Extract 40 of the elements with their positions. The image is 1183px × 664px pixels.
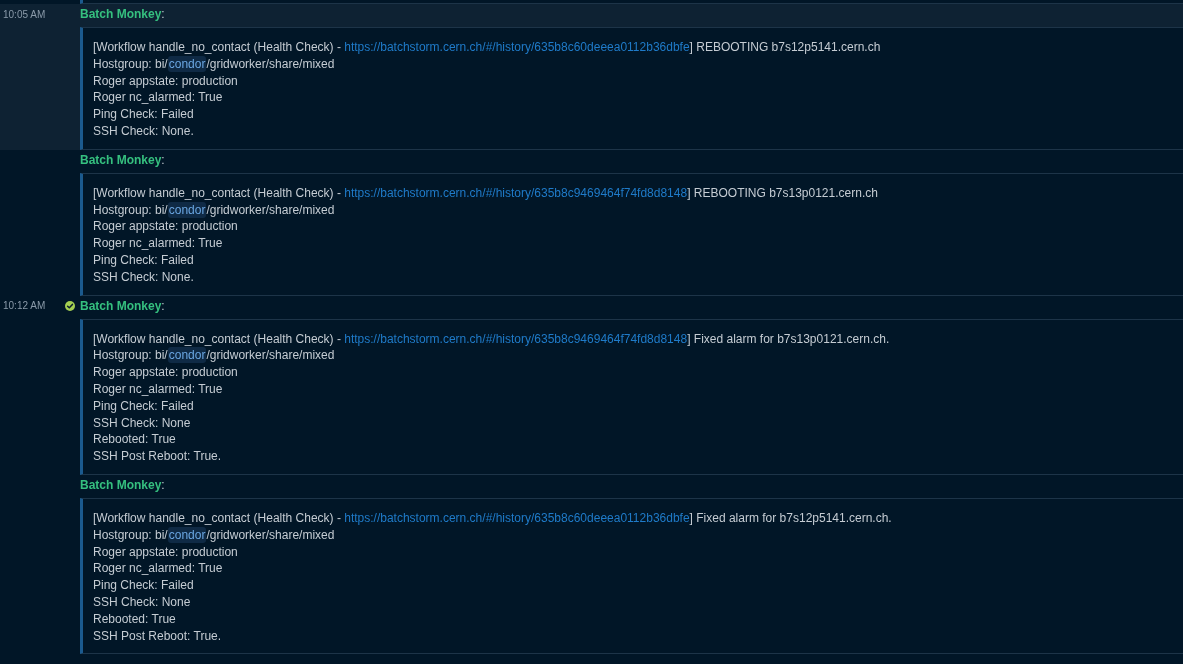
highlighted-keyword: condor	[167, 526, 207, 543]
attachment-line: Roger nc_alarmed: True	[93, 380, 223, 398]
attachment-line: Roger nc_alarmed: True	[93, 235, 223, 252]
attachment-line: Ping Check: Failed	[93, 397, 194, 415]
attachment-line: SSH Check: None.	[93, 268, 194, 286]
hostgroup-line: Hostgroup: bi/condor/gridworker/share/mixed	[93, 55, 335, 73]
highlighted-keyword: condor	[167, 201, 207, 218]
attachment-line: Ping Check: Failed	[93, 251, 194, 269]
attachment-line: Roger appstate: production	[93, 364, 238, 381]
history-link[interactable]: https://batchstorm.cern.ch/#/history/635b8c60deeea0112b36dbfe	[344, 510, 690, 525]
highlighted-keyword: condor	[167, 55, 207, 72]
attachment-line: SSH Check: None	[93, 414, 191, 432]
message-time: 10:12 AM	[3, 299, 46, 314]
hostgroup-line: Hostgroup: bi/condor/gridworker/share/mixed	[93, 526, 335, 544]
attachment-line: Roger nc_alarmed: True	[93, 560, 223, 578]
attachment-line: Roger appstate: production	[93, 218, 238, 236]
attachment-summary: [Workflow handle_no_contact (Health Check) - https://batchstorm.cern.ch/#/history/635b8c60deeea0112b36dbfe] Fixed alarm for b7s12p5141.cern.ch.	[93, 509, 892, 527]
attachment-line: Ping Check: Failed	[93, 106, 194, 123]
attachment-line: Roger appstate: production	[93, 72, 238, 90]
history-link[interactable]: https://batchstorm.cern.ch/#/history/635b8c60deeea0112b36dbfe	[344, 40, 690, 54]
attachment-line: Roger nc_alarmed: True	[93, 89, 223, 107]
hostgroup-line: Hostgroup: bi/condor/gridworker/share/mixed	[93, 201, 335, 219]
author-name[interactable]: Batch Monkey:	[80, 150, 165, 169]
attachment-line: SSH Check: None.	[93, 123, 194, 140]
attachment-line: SSH Check: None	[93, 593, 191, 611]
hostgroup-line: Hostgroup: bi/condor/gridworker/share/mixed	[93, 347, 335, 365]
attachment-line: SSH Post Reboot: True.	[93, 448, 222, 465]
attachment-summary: [Workflow handle_no_contact (Health Check) - https://batchstorm.cern.ch/#/history/635b8c60deeea0112b36dbfe] REBOOTING b7s12p5141.cern.ch	[93, 39, 881, 56]
author-name[interactable]: Batch Monkey:	[80, 5, 165, 23]
attachment-line: Rebooted: True	[93, 431, 176, 449]
attachment-summary: [Workflow handle_no_contact (Health Check) - https://batchstorm.cern.ch/#/history/635b8c9469464f74fd8d8148] Fixed alarm for b7s13p0121.cern.ch.	[93, 330, 890, 348]
attachment-line: Rebooted: True	[93, 610, 176, 628]
author-name[interactable]: Batch Monkey:	[80, 475, 165, 494]
attachment-line: Ping Check: Failed	[93, 577, 194, 594]
attachment-line: Roger appstate: production	[93, 543, 238, 561]
highlighted-keyword: condor	[167, 347, 207, 364]
attachment-summary: [Workflow handle_no_contact (Health Check) - https://batchstorm.cern.ch/#/history/635b8c9469464f74fd8d8148] REBOOTING b7s13p0121.cern.ch	[93, 184, 878, 202]
message-time: 10:05 AM	[3, 7, 46, 22]
attachment-line: SSH Post Reboot: True.	[93, 627, 222, 645]
author-name[interactable]: Batch Monkey:	[80, 296, 165, 315]
